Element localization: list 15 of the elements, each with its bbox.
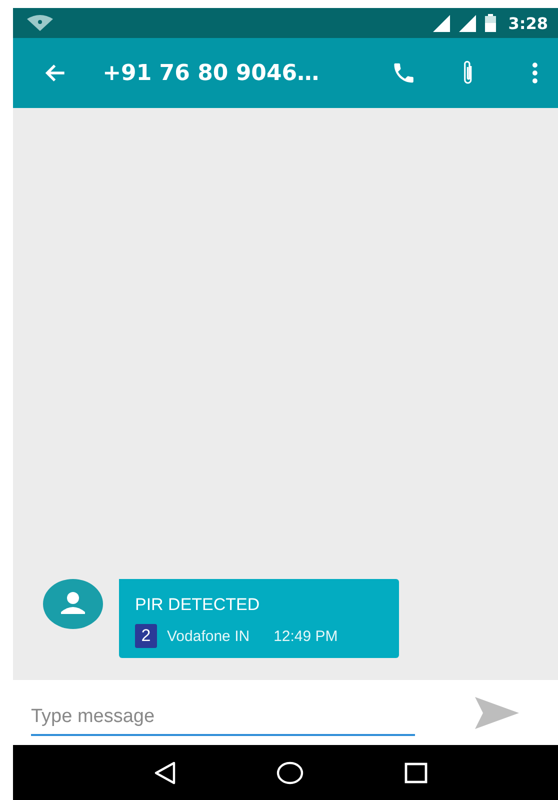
back-icon[interactable] [152, 760, 177, 784]
recents-icon[interactable] [404, 760, 428, 784]
message-text: PIR DETECTED [135, 595, 261, 615]
more-options-icon[interactable] [532, 62, 538, 84]
home-icon[interactable] [276, 760, 304, 784]
message-time: 12:49 PM [274, 628, 338, 644]
sim-badge: 2 [135, 624, 157, 648]
avatar-icon [43, 579, 103, 629]
message-input[interactable]: Type message [31, 698, 415, 736]
wifi-icon [27, 15, 53, 31]
contact-title: +91 76 80 9046… [102, 60, 320, 86]
status-time: 3:28 [508, 14, 548, 32]
battery-icon [485, 14, 496, 32]
carrier-label: Vodafone IN [167, 628, 250, 644]
send-icon[interactable] [475, 696, 519, 728]
